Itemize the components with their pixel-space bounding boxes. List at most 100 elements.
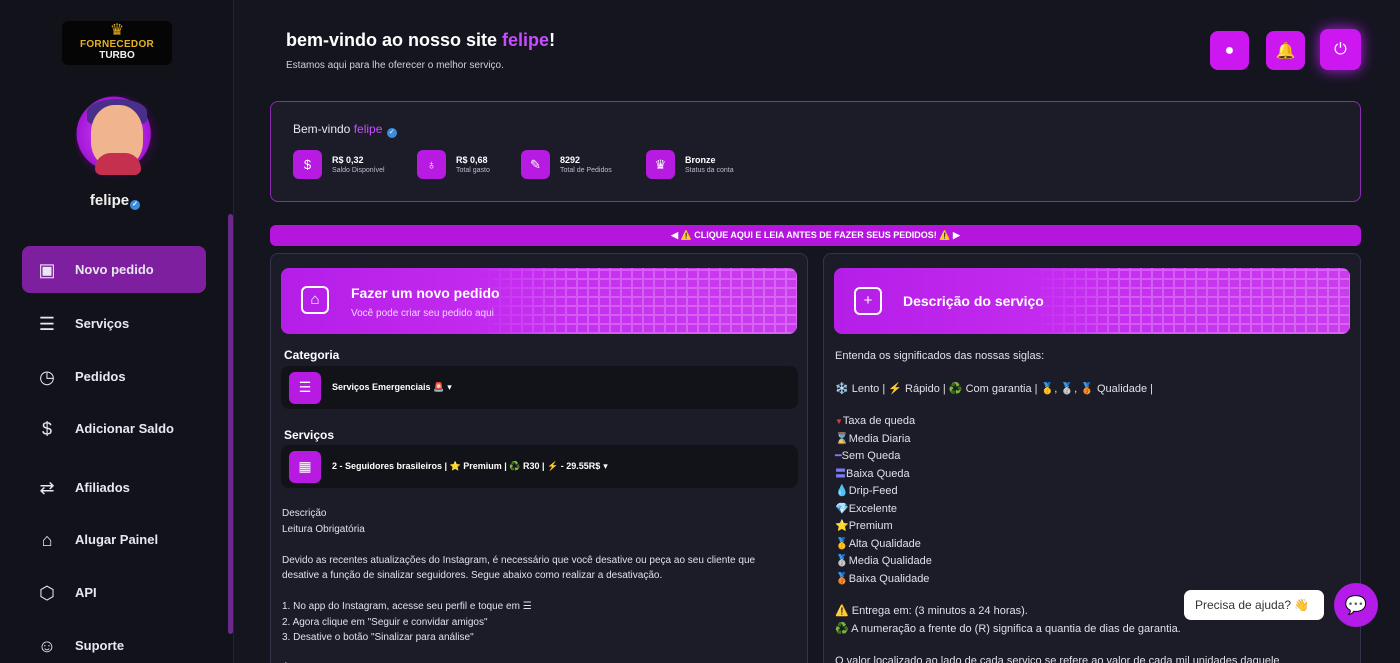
guarantee-note: ♻️ A numeração a frente do (R) significa… <box>835 622 1181 635</box>
stat-item: ✎ 8292 Total de Pedidos <box>521 150 612 179</box>
sidebar-item-label: Pedidos <box>75 369 126 384</box>
stats-greeting: Bem-vindo felipe ✓ <box>293 122 397 138</box>
legend-item: ▼Taxa de queda <box>835 413 1350 431</box>
stat-text: Bronze Status da conta <box>685 154 734 176</box>
legend-item: 〓Baixa Queda <box>835 466 1350 484</box>
list-icon: ☰ <box>289 371 321 404</box>
bell-icon: 🔔 <box>1275 42 1296 60</box>
legend-item-text: Sem Queda <box>841 450 901 462</box>
sidebar-item-label: Suporte <box>75 638 125 653</box>
account-stats-card: Bem-vindo felipe ✓ $ R$ 0,32 Saldo Disponí… <box>270 101 1361 202</box>
package-icon: ▦ <box>289 450 321 483</box>
sidebar-item-afiliados[interactable]: ⇄ Afiliados <box>22 464 206 511</box>
legend-symbol-icon: 〓 <box>835 467 846 480</box>
help-bubble[interactable]: Precisa de ajuda? 👋 <box>1184 590 1324 620</box>
service-select[interactable]: ▦ 2 - Seguidores brasileiros | ⭐ Premium… <box>281 445 798 488</box>
stat-value: R$ 0,32 <box>332 154 364 165</box>
legend-item: ━Sem Queda <box>835 448 1350 466</box>
stat-text: R$ 0,32 Saldo Disponível <box>332 154 385 176</box>
legend-item-text: Premium <box>848 520 893 532</box>
gift-box-icon: ▣ <box>38 259 56 280</box>
brand-logo[interactable]: ♛ FORNECEDOR TURBO <box>62 21 172 65</box>
category-value: Serviços Emergenciais 🚨 <box>332 382 445 392</box>
api-icon: ⬡ <box>39 582 55 603</box>
stat-label: Status da conta <box>685 166 734 174</box>
legend-intro: Entenda os significados das nossas sigla… <box>835 350 1045 362</box>
legend-item-text: Media Diaria <box>848 432 911 445</box>
stats-username: felipe <box>353 122 383 136</box>
sidebar-item-servi-os[interactable]: ☰ Serviços <box>22 300 206 347</box>
new-order-subtitle: Você pode criar seu pedido aqui <box>351 308 494 319</box>
sidebar-item-api[interactable]: ⬡ API <box>22 569 206 616</box>
services-label: Serviços <box>284 428 335 442</box>
legend-item-text: Media Qualidade <box>848 555 932 567</box>
legend-item: 🥈Media Qualidade <box>835 553 1350 571</box>
legend-symbol-icon: 🥉 <box>835 572 849 585</box>
avatar[interactable] <box>75 95 161 181</box>
verified-badge-icon: ✓ <box>386 128 397 138</box>
new-order-title: Fazer um novo pedido <box>351 285 500 301</box>
sidebar-item-label: Serviços <box>75 316 130 331</box>
add-balance-icon: $ <box>41 418 52 439</box>
sidebar-item-adicionar-saldo[interactable]: $ Adicionar Saldo <box>22 405 206 452</box>
description-line: 3. Desative o botão "Sinalizar para anál… <box>282 632 474 643</box>
notifications-button[interactable]: 🔔 <box>1266 31 1305 70</box>
legend-item: 🥇Alta Qualidade <box>835 536 1350 554</box>
legend-symbol-icon: 🥇 <box>835 537 849 550</box>
service-value: 2 - Seguidores brasileiros | ⭐ Premium |… <box>332 461 601 471</box>
service-description-title: Descrição do serviço <box>903 293 1044 309</box>
chat-button[interactable]: 💬 <box>1334 583 1378 627</box>
description-line: Descrição <box>282 508 327 519</box>
sidebar-item-label: Novo pedido <box>75 262 154 277</box>
legend-item: 💧Drip-Feed <box>835 483 1350 501</box>
description-line: Leitura Obrigatória <box>282 523 365 535</box>
orders-clock-icon: ◷ <box>39 366 55 387</box>
description-line: 1. No app do Instagram, acesse seu perfi… <box>282 601 532 612</box>
dollar-icon: $ <box>293 150 322 179</box>
new-order-header: ⌂ Fazer um novo pedido Você pode criar s… <box>281 268 797 334</box>
sidebar-item-alugar-painel[interactable]: ⌂ Alugar Painel <box>22 516 206 563</box>
hand-coin-icon: ♁ <box>417 150 446 179</box>
handshake-icon: ⇄ <box>39 477 55 498</box>
rank-icon: ♛ <box>646 150 675 179</box>
legend-item: 🥉Baixa Qualidade <box>835 571 1350 589</box>
chevron-down-icon: ▾ <box>447 382 452 392</box>
category-select[interactable]: ☰ Serviços Emergenciais 🚨 ▾ <box>281 366 798 409</box>
sidebar-item-pedidos[interactable]: ◷ Pedidos <box>22 353 206 400</box>
sidebar-item-label: Adicionar Saldo <box>75 421 174 436</box>
legend-item-text: Excelente <box>848 502 898 515</box>
description-line: Devido as recentes atualizações do Insta… <box>282 554 756 566</box>
verified-badge-icon: ✓ <box>130 200 141 210</box>
sidebar-username: felipe ✓ <box>0 192 230 210</box>
logo-line-1: FORNECEDOR <box>79 39 155 50</box>
legend-item: 💎Excelente <box>835 501 1350 519</box>
read-before-ordering-banner[interactable]: ◀ ⚠️ CLIQUE AQUI E LEIA ANTES DE FAZER S… <box>270 225 1361 246</box>
crown-icon: ♛ <box>109 22 125 39</box>
legend-symbol-icon: 🥈 <box>835 555 849 567</box>
legend-symbol-icon: ▼ <box>835 417 843 426</box>
stat-text: 8292 Total de Pedidos <box>560 154 612 176</box>
sidebar-item-label: Alugar Painel <box>75 532 159 547</box>
stat-value: R$ 0,68 <box>456 154 488 165</box>
stat-value: 8292 <box>560 154 581 165</box>
sidebar-item-novo-pedido[interactable]: ▣ Novo pedido <box>22 246 206 293</box>
page-title: bem-vindo ao nosso site felipe! <box>286 30 555 51</box>
stat-text: R$ 0,68 Total gasto <box>456 154 490 176</box>
logout-button[interactable]: ⏻ <box>1320 29 1361 70</box>
stat-item: ♛ Bronze Status da conta <box>646 150 734 179</box>
description-line: desative a função de sinalizar seguidore… <box>282 570 663 581</box>
sidebar-item-suporte[interactable]: ☺ Suporte <box>22 622 206 663</box>
page-subtitle: Estamos aqui para lhe oferecer o melhor … <box>286 60 504 71</box>
power-icon: ⏻ <box>1334 40 1347 58</box>
profile-button[interactable]: ● <box>1210 31 1249 70</box>
sidebar-scrollbar[interactable] <box>228 214 233 634</box>
legend-symbols: ❄️ Lento | ⚡ Rápido | ♻️ Com garantia | … <box>835 382 1154 395</box>
service-description: Descrição Leitura Obrigatória Devido as re… <box>282 506 792 663</box>
legend-item-text: Taxa de queda <box>842 415 916 427</box>
logo-line-2: TURBO <box>99 50 135 61</box>
title-prefix: bem-vindo ao nosso site <box>286 30 503 50</box>
stat-label: Total gasto <box>456 166 490 174</box>
title-suffix: ! <box>549 30 556 50</box>
